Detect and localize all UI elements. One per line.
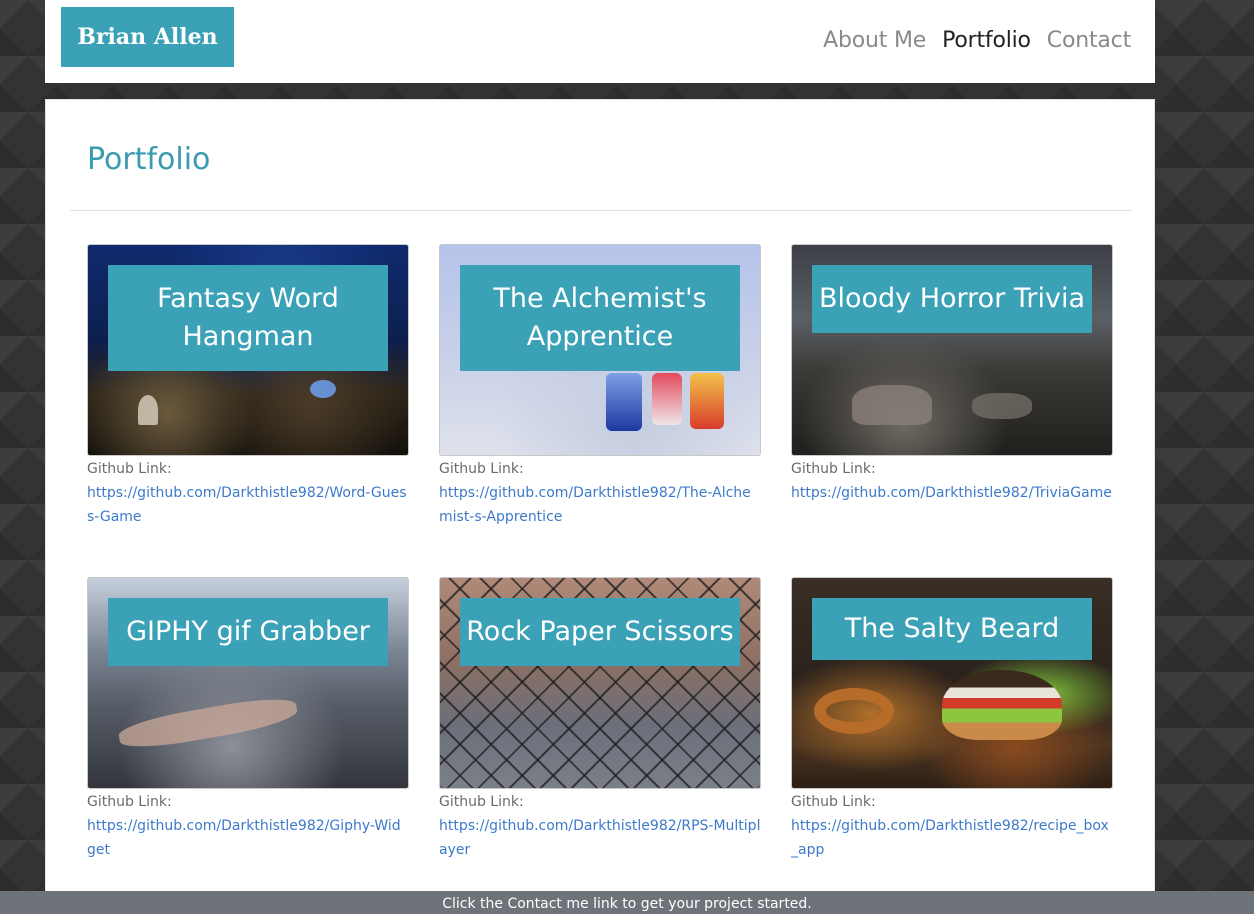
project-image-horror[interactable]: Bloody Horror Trivia xyxy=(791,244,1113,456)
project-title: Fantasy Word Hangman xyxy=(108,265,388,371)
github-link[interactable]: https://github.com/Darkthistle982/Trivia… xyxy=(791,485,1112,501)
nav-portfolio[interactable]: Portfolio xyxy=(942,28,1031,53)
github-link[interactable]: https://github.com/Darkthistle982/recipe… xyxy=(791,818,1109,858)
butterfly-decoration xyxy=(310,380,336,398)
portfolio-panel: Portfolio Fantasy Word Hangman Github Li… xyxy=(45,99,1155,914)
github-link[interactable]: https://github.com/Darkthistle982/The-Al… xyxy=(439,485,751,525)
bottle-blue-decoration xyxy=(606,373,642,431)
project-card-rps: Rock Paper Scissors Github Link: https:/… xyxy=(439,577,761,862)
hand-decoration-2 xyxy=(972,393,1032,419)
project-title: Bloody Horror Trivia xyxy=(812,265,1092,333)
github-label: Github Link: xyxy=(439,461,524,477)
onion-ring-decoration xyxy=(814,688,894,734)
project-title: The Salty Beard xyxy=(812,598,1092,660)
github-label: Github Link: xyxy=(87,461,172,477)
bottle-yellow-decoration xyxy=(690,373,724,429)
project-card-hangman: Fantasy Word Hangman Github Link: https:… xyxy=(87,244,409,529)
navbar: Brian Allen About Me Portfolio Contact xyxy=(45,0,1155,83)
project-image-rps[interactable]: Rock Paper Scissors xyxy=(439,577,761,789)
github-label: Github Link: xyxy=(791,461,876,477)
hand-decoration xyxy=(116,692,300,754)
github-link[interactable]: https://github.com/Darkthistle982/Word-G… xyxy=(87,485,407,525)
page-title: Portfolio xyxy=(87,142,211,177)
github-label: Github Link: xyxy=(439,794,524,810)
project-title: GIPHY gif Grabber xyxy=(108,598,388,666)
project-card-alchemist: The Alchemist's Apprentice Github Link: … xyxy=(439,244,761,529)
title-divider xyxy=(70,210,1132,211)
nav-contact[interactable]: Contact xyxy=(1047,28,1131,53)
project-title: Rock Paper Scissors xyxy=(460,598,740,666)
nav-links: About Me Portfolio Contact xyxy=(823,28,1131,53)
project-image-giphy[interactable]: GIPHY gif Grabber xyxy=(87,577,409,789)
burger-decoration xyxy=(942,670,1062,740)
hand-decoration xyxy=(852,385,932,425)
mushroom-decoration xyxy=(138,395,158,425)
github-label: Github Link: xyxy=(791,794,876,810)
project-image-alchemist[interactable]: The Alchemist's Apprentice xyxy=(439,244,761,456)
project-card-giphy: GIPHY gif Grabber Github Link: https://g… xyxy=(87,577,409,862)
github-link[interactable]: https://github.com/Darkthistle982/RPS-Mu… xyxy=(439,818,760,858)
project-title: The Alchemist's Apprentice xyxy=(460,265,740,371)
project-image-hangman[interactable]: Fantasy Word Hangman xyxy=(87,244,409,456)
github-link[interactable]: https://github.com/Darkthistle982/Giphy-… xyxy=(87,818,401,858)
project-image-salty-beard[interactable]: The Salty Beard xyxy=(791,577,1113,789)
nav-about-me[interactable]: About Me xyxy=(823,28,926,53)
project-card-salty-beard: The Salty Beard Github Link: https://git… xyxy=(791,577,1113,862)
brand-logo[interactable]: Brian Allen xyxy=(61,7,234,67)
footer-banner: Click the Contact me link to get your pr… xyxy=(0,891,1254,914)
bottle-red-decoration xyxy=(652,373,682,425)
project-card-horror: Bloody Horror Trivia Github Link: https:… xyxy=(791,244,1113,505)
github-label: Github Link: xyxy=(87,794,172,810)
